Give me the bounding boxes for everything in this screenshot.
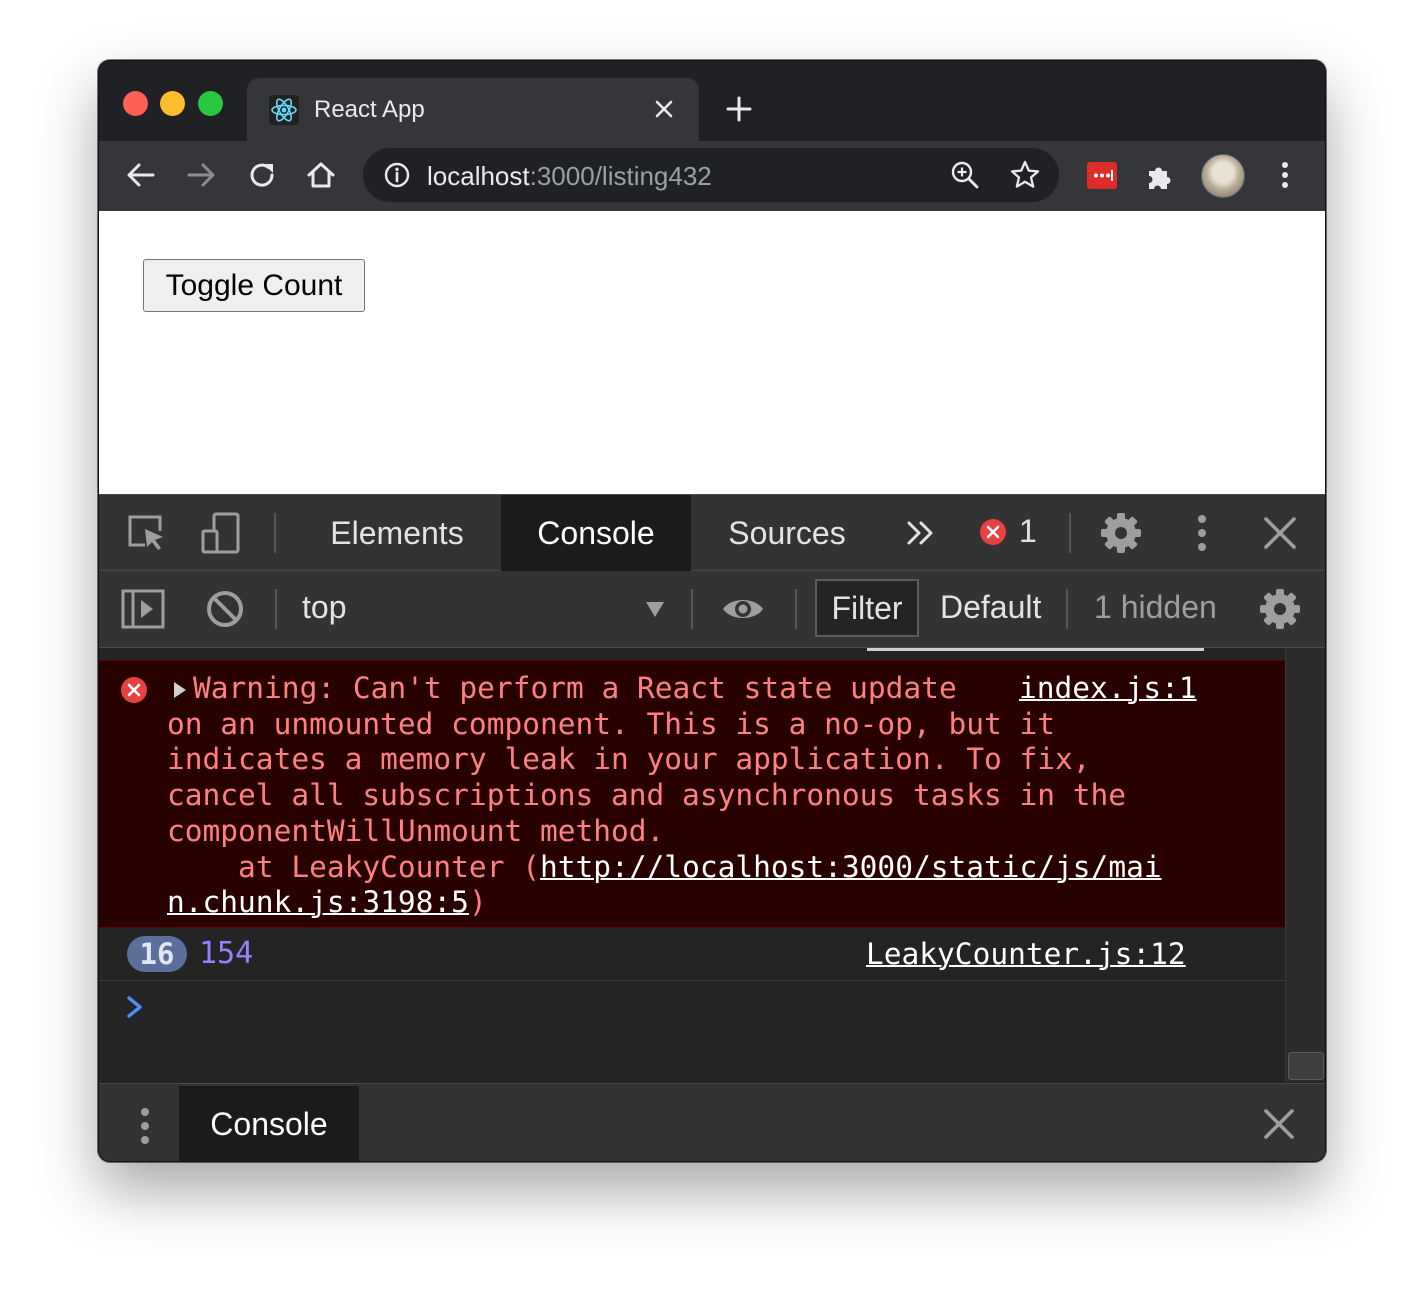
devtools-menu-icon[interactable] [1180,511,1224,555]
home-icon[interactable] [301,155,341,195]
dropdown-arrow-icon[interactable] [645,600,665,618]
new-tab-icon[interactable] [721,91,757,127]
toolbar-divider [275,589,277,629]
console-prompt-chevron-icon[interactable] [125,994,145,1020]
site-info-icon[interactable] [383,161,411,189]
stack-frame-suffix: ) [468,885,487,920]
filter-input[interactable]: Filter [815,579,919,637]
error-count[interactable]: 1 [1019,513,1037,550]
extensions-puzzle-icon[interactable] [1143,159,1177,193]
close-tab-icon[interactable] [647,92,681,126]
drawer-tab-console[interactable]: Console [179,1086,359,1161]
toggle-count-button[interactable]: Toggle Count [143,259,365,312]
drawer-menu-icon[interactable] [133,1104,157,1148]
log-source-link[interactable]: LeakyCounter.js:12 [866,937,1186,971]
zoom-icon[interactable] [949,159,981,191]
devtools-panel: Elements Console Sources 1 top Filter De… [99,494,1325,1161]
password-manager-extension-icon[interactable] [1087,162,1117,189]
previous-message-clipped [867,648,1204,651]
toolbar-divider [795,589,797,629]
url-host: localhost [427,161,530,191]
tab-title: React App [314,96,425,123]
error-line: indicates a memory leak in your applicat… [167,742,1091,777]
sidebar-toggle-icon[interactable] [121,587,165,631]
toolbar-divider [274,513,276,553]
log-levels-dropdown[interactable]: Default levels [940,589,1046,626]
error-message-text: Warning: Can't perform a React state upd… [167,671,1227,921]
console-messages: Warning: Can't perform a React state upd… [99,648,1285,1082]
device-toolbar-icon[interactable] [199,511,243,555]
context-selector[interactable]: top [302,589,346,626]
clear-console-icon[interactable] [203,587,247,631]
console-scrollbar[interactable] [1285,648,1325,1082]
close-window-button[interactable] [123,91,148,116]
profile-avatar[interactable] [1201,154,1245,198]
reload-icon[interactable] [242,155,282,195]
address-bar[interactable]: localhost:3000/listing432 [363,148,1059,202]
console-settings-gear-icon[interactable] [1258,587,1302,631]
error-line: on an unmounted component. This is a no-… [167,706,1056,741]
url-path: :3000/listing432 [529,161,712,191]
browser-toolbar: localhost:3000/listing432 [99,141,1325,211]
scrollbar-thumb[interactable] [1288,1052,1324,1080]
url-text: localhost:3000/listing432 [427,161,712,192]
settings-gear-icon[interactable] [1099,511,1143,555]
error-badge-icon[interactable] [979,518,1007,546]
bookmark-star-icon[interactable] [1009,159,1041,191]
stack-frame-link[interactable]: http://localhost:3000/static/js/mai [540,850,1162,884]
inspect-element-icon[interactable] [125,511,169,555]
error-icon [121,677,147,703]
toolbar-divider [1066,589,1068,629]
back-arrow-icon[interactable] [121,155,161,195]
live-expression-eye-icon[interactable] [721,587,765,631]
console-error-message[interactable]: Warning: Can't perform a React state upd… [99,660,1285,928]
toolbar-divider [1069,513,1071,553]
console-filter-bar: top Filter Default levels 1 hidden [99,571,1325,648]
hidden-messages-count: 1 hidden [1094,589,1217,625]
tab-elements[interactable]: Elements [311,495,483,571]
tab-console[interactable]: Console [501,495,691,571]
browser-tab[interactable]: React App [247,78,699,142]
forward-arrow-icon[interactable] [181,155,221,195]
close-drawer-icon[interactable] [1259,1104,1299,1144]
stack-frame-prefix: at LeakyCounter ( [167,849,540,884]
repeat-count-badge: 16 [127,936,187,972]
tab-sources[interactable]: Sources [703,495,871,571]
error-line: Warning: Can't perform a React state upd… [193,671,975,705]
minimize-window-button[interactable] [160,91,185,116]
devtools-drawer: Console [99,1083,1325,1161]
log-value: 154 [199,936,254,971]
more-tabs-chevron-icon[interactable] [899,511,943,555]
error-source-link[interactable]: index.js:1 [1019,671,1197,707]
devtools-tab-bar: Elements Console Sources 1 [99,494,1325,571]
zoom-window-button[interactable] [198,91,223,116]
title-bar: React App [99,61,1325,142]
console-log-message[interactable]: 16 154 LeakyCounter.js:12 [99,929,1285,981]
browser-menu-icon[interactable] [1267,157,1303,193]
stack-frame-link[interactable]: n.chunk.js:3198:5 [167,885,469,919]
browser-window: React App localhost:3000/listing432 Togg… [98,60,1326,1162]
error-line: cancel all subscriptions and asynchronou… [167,778,1127,813]
error-line: componentWillUnmount method. [167,813,665,848]
page-viewport: Toggle Count [99,211,1325,494]
toolbar-divider [691,589,693,629]
react-logo-icon [269,95,299,125]
close-devtools-icon[interactable] [1258,511,1302,555]
